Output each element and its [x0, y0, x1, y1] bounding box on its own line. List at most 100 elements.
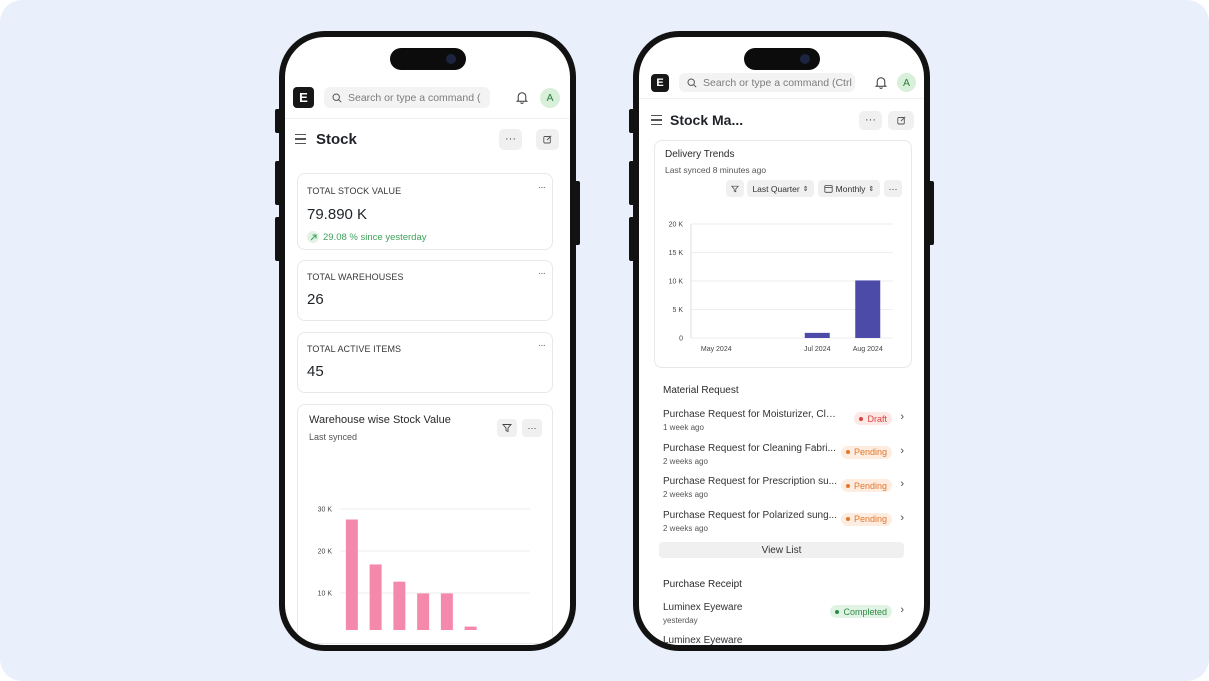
card-value: 26 [307, 291, 324, 308]
app-logo[interactable]: E [293, 87, 314, 108]
app-logo[interactable]: E [651, 73, 669, 92]
phone-frame-left: E Search or type a command ( A Stock ··· [275, 31, 580, 651]
period-select[interactable]: Last Quarter ⇕ [747, 180, 814, 197]
y-tick-label: 10 K [669, 279, 684, 286]
notification-bell-icon[interactable] [514, 90, 530, 106]
notification-bell-icon[interactable] [873, 75, 889, 91]
dynamic-island [743, 48, 820, 70]
edit-button[interactable] [536, 128, 559, 150]
card-menu-icon[interactable]: ··· [538, 340, 546, 351]
chevron-right-icon[interactable]: › [900, 604, 904, 616]
more-options-button[interactable]: ··· [859, 110, 882, 130]
chevron-right-icon[interactable]: › [900, 445, 904, 457]
warehouse-stock-bar-chart: 010 K20 K30 KNe..Ph..Ch..Bi..Ma..St..Bi.… [318, 507, 530, 631]
list-item-time: 1 week ago [663, 423, 704, 432]
total-active-items-card[interactable]: TOTAL ACTIVE ITEMS ··· 45 [297, 332, 553, 393]
x-tick-label: Aug 2024 [853, 346, 883, 353]
status-badge-text: Completed [843, 606, 887, 617]
status-dot-icon [845, 483, 850, 488]
navbar: E Search or type a command ( A [285, 77, 570, 119]
search-input[interactable]: Search or type a command ( [324, 87, 490, 108]
purchase-receipt-title: Purchase Receipt [663, 579, 742, 590]
chart-title: Delivery Trends [665, 149, 735, 160]
status-badge-text: Pending [853, 480, 887, 491]
y-tick-label: 5 K [672, 307, 683, 314]
filter-button[interactable] [497, 419, 517, 437]
edit-icon [543, 134, 552, 143]
status-badge: Pending [840, 512, 892, 526]
bar[interactable] [440, 593, 453, 630]
hamburger-menu-icon[interactable] [295, 134, 306, 144]
total-stock-value-card[interactable]: TOTAL STOCK VALUE ··· 79.890 K 29.08 % s… [297, 173, 553, 250]
hamburger-menu-icon[interactable] [651, 115, 662, 125]
list-item[interactable]: Luminex Eyeware [663, 635, 904, 645]
status-dot-icon [859, 416, 864, 421]
interval-select[interactable]: Monthly ⇕ [818, 180, 880, 197]
search-input[interactable]: Search or type a command (Ctrl + ( [679, 73, 855, 92]
bar[interactable] [804, 332, 830, 338]
chart-menu-button[interactable]: ··· [522, 419, 542, 437]
chevron-right-icon[interactable]: › [900, 512, 904, 524]
card-value: 45 [307, 363, 324, 380]
search-icon [687, 77, 697, 88]
period-select-value: Last Quarter [752, 183, 800, 194]
bar[interactable] [464, 626, 477, 630]
view-list-button[interactable]: View List [659, 542, 904, 558]
select-caret-icon: ⇕ [868, 185, 875, 193]
more-options-button[interactable]: ··· [499, 128, 522, 150]
phone-screen-right: E Search or type a command (Ctrl + ( A S… [639, 37, 924, 645]
status-badge: Completed [830, 605, 892, 618]
chevron-right-icon[interactable]: › [900, 411, 904, 423]
status-badge: Pending [840, 479, 892, 492]
chart-title: Warehouse wise Stock Value [309, 414, 451, 426]
page-header: Stock ··· [285, 127, 570, 151]
card-menu-icon[interactable]: ··· [538, 268, 546, 279]
list-item[interactable]: Purchase Request for Polarized sung... 2 … [663, 510, 904, 540]
chart-menu-button[interactable]: ··· [884, 180, 902, 197]
list-item-title: Purchase Request for Cleaning Fabri... [663, 442, 836, 454]
search-icon [332, 92, 342, 103]
delivery-trends-chart-card: Delivery Trends Last synced 8 minutes ag… [654, 140, 912, 368]
status-badge-text: Draft [867, 413, 887, 424]
edit-button[interactable] [888, 110, 914, 130]
list-item-time: 2 weeks ago [663, 523, 708, 533]
bar[interactable] [345, 519, 358, 631]
list-item[interactable]: Purchase Request for Prescription su... 2… [663, 476, 904, 506]
status-dot-icon [845, 450, 850, 454]
list-item-title: Purchase Request for Polarized sung... [663, 509, 837, 521]
list-item[interactable]: Purchase Request for Moisturizer, Clean.… [663, 409, 904, 439]
warehouse-stock-chart-card: Warehouse wise Stock Value Last synced ·… [297, 404, 553, 644]
list-item[interactable]: Purchase Request for Cleaning Fabri... 2 … [663, 443, 904, 473]
y-tick-label: 15 K [669, 250, 684, 257]
page-header: Stock Ma... ··· [639, 109, 924, 131]
bar[interactable] [855, 280, 881, 338]
chevron-right-icon[interactable]: › [900, 478, 904, 490]
user-avatar[interactable]: A [540, 87, 560, 108]
bar[interactable] [417, 593, 430, 630]
x-tick-label: May 2024 [701, 346, 732, 353]
y-tick-label: 30 K [318, 507, 333, 514]
y-tick-label: 20 K [318, 549, 333, 556]
status-badge-text: Pending [853, 514, 887, 524]
delivery-trends-bar-chart: 0 5 K 10 K 15 K 20 K May 2024 Jul 2024 Aug 2024 [669, 222, 893, 353]
card-menu-icon[interactable]: ··· [538, 182, 546, 193]
dynamic-island [389, 48, 466, 70]
user-avatar[interactable]: A [897, 73, 916, 92]
y-tick-label: 0 [679, 336, 683, 343]
filter-button[interactable] [726, 180, 744, 197]
card-label: TOTAL WAREHOUSES [307, 272, 404, 282]
list-item-time: yesterday [663, 616, 698, 625]
list-item-time: 2 weeks ago [663, 490, 708, 499]
bar[interactable] [369, 564, 382, 630]
filter-icon [731, 185, 739, 192]
edit-icon [896, 115, 906, 124]
select-caret-icon: ⇕ [802, 185, 809, 193]
y-tick-label: 10 K [318, 591, 333, 598]
x-tick-label: Jul 2024 [804, 346, 831, 353]
navbar: E Search or type a command (Ctrl + ( A [639, 67, 924, 99]
total-warehouses-card[interactable]: TOTAL WAREHOUSES ··· 26 [297, 260, 553, 321]
list-item[interactable]: Luminex Eyeware yesterday Completed › [663, 602, 904, 632]
calendar-icon [824, 185, 833, 193]
list-item-title: Luminex Eyeware [663, 602, 743, 613]
bar[interactable] [393, 581, 406, 630]
